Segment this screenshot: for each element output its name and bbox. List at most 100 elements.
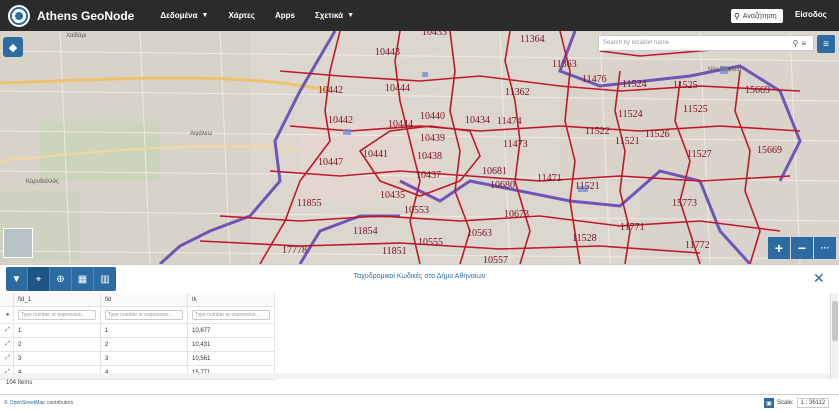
postal-code-label: 11474: [497, 116, 522, 127]
postal-code-label: 10673: [504, 209, 529, 220]
close-table-button[interactable]: ✕: [813, 270, 825, 287]
postal-code-label: 10557: [483, 255, 508, 264]
layers-icon: ◆: [8, 41, 18, 54]
postal-code-label: 11526: [645, 129, 670, 140]
nav-maps-label: Χάρτες: [228, 11, 255, 20]
search-options-icons[interactable]: ⚲≡: [792, 39, 809, 48]
scale-label: Scale:: [777, 400, 794, 406]
nav-about-menu[interactable]: Σχετικά ▼: [315, 11, 354, 20]
scale-control: ▣ Scale: 1 : 36112: [764, 398, 830, 408]
grid-filter-row: ● Type number or expression... Type numb…: [0, 307, 830, 324]
cell-tk: 10,561: [188, 352, 275, 366]
postal-code-label: 10553: [404, 205, 429, 216]
scrollbar-thumb[interactable]: [832, 301, 838, 341]
nav-about-label: Σχετικά: [314, 11, 344, 20]
postal-code-label: 11521: [615, 136, 640, 147]
postal-code-label: 10563: [467, 228, 492, 239]
column-header[interactable]: fid_1: [14, 293, 101, 307]
postal-code-label: 11525: [683, 104, 708, 115]
cell-fid: 2: [101, 338, 188, 352]
postal-code-label: 10555: [418, 237, 443, 248]
menu-icon: ≡: [823, 38, 829, 50]
zoom-to-feature-icon[interactable]: ⤢: [0, 324, 14, 338]
postal-code-label: 10442: [318, 85, 343, 96]
zoom-to-feature-icon[interactable]: ⤢: [0, 352, 14, 366]
filter-pin-icon[interactable]: ●: [0, 307, 14, 324]
zoom-to-feature-icon[interactable]: ⤢: [0, 338, 14, 352]
map-footer: © OpenStreetMap contributors ▣ Scale: 1 …: [0, 394, 839, 411]
column-filter-input[interactable]: Type number or expression...: [192, 310, 270, 320]
postal-code-label: 10444: [385, 83, 410, 94]
attribute-table-title: Ταχυδρομικοί Κωδικές στο Δήμο Αθηναίων: [353, 273, 486, 280]
brand-title[interactable]: Athens GeoNode: [37, 9, 134, 23]
burger-menu-button[interactable]: ≡: [817, 35, 835, 53]
postal-code-label: 11521: [575, 181, 600, 192]
attribution-prefix: ©: [4, 400, 8, 406]
postal-code-label: 11473: [503, 139, 528, 150]
table-row[interactable]: ⤢ 1 1 10,677: [0, 324, 830, 338]
scale-value: 1 : 36112: [800, 400, 826, 406]
osm-attribution-link[interactable]: OpenStreetMap: [10, 400, 45, 406]
navbar-search-placeholder: Αναζήτηση: [742, 12, 777, 20]
background-selector-thumbnail[interactable]: [3, 228, 33, 258]
postal-code-label: 10444: [388, 119, 413, 130]
postal-code-label: 11364: [520, 34, 545, 45]
horizontal-scrollbar[interactable]: [0, 373, 830, 379]
column-header[interactable]: fid: [101, 293, 188, 307]
table-row[interactable]: ⤢ 3 3 10,561: [0, 352, 830, 366]
attribute-table-panel: ▼ ⌖ ⊕ ▦ ▥ Ταχυδρομικοί Κωδικές στο Δήμο …: [0, 264, 839, 394]
postal-code-label: 11851: [382, 246, 407, 257]
nav-apps[interactable]: Apps: [275, 11, 295, 20]
grid-header-row: fid_1 fid tk: [0, 293, 830, 307]
postal-code-label: 15773: [672, 198, 697, 209]
map-canvas: Χαϊδάρι Αιγάλεω Κορυδαλλός Νέα Κηφισιά 1…: [0, 31, 839, 264]
column-filter-input[interactable]: Type number or expression...: [18, 310, 96, 320]
postal-code-label: 10434: [465, 115, 490, 126]
chevron-down-icon: ▼: [201, 12, 209, 19]
app-root: Athens GeoNode Δεδομένα ▼ Χάρτες Apps Σχε…: [0, 0, 839, 411]
geonode-logo[interactable]: [8, 4, 30, 27]
postal-code-label: 10442: [328, 115, 353, 126]
vertical-scrollbar[interactable]: [830, 293, 838, 379]
search-icon: ⚲: [734, 11, 740, 21]
nav-maps[interactable]: Χάρτες: [228, 11, 255, 20]
cell-fid-1: 2: [14, 338, 101, 352]
more-icon: ···: [820, 243, 830, 253]
top-navbar: Athens GeoNode Δεδομένα ▼ Χάρτες Apps Σχε…: [0, 0, 839, 31]
more-options-button[interactable]: ···: [814, 237, 836, 259]
nav-data-label: Δεδομένα: [160, 11, 198, 20]
postal-code-label: 10680: [490, 180, 515, 191]
place-label: Κορυδαλλός: [26, 178, 59, 185]
postal-code-label: 10435: [380, 190, 405, 201]
location-search-placeholder: Search by location name: [603, 40, 670, 46]
postal-code-label: 10433: [422, 31, 447, 38]
login-link[interactable]: Είσοδος: [795, 10, 827, 19]
postal-code-label: 10438: [417, 151, 442, 162]
navbar-search-input[interactable]: ⚲ Αναζήτηση: [731, 9, 783, 23]
table-row[interactable]: ⤢ 2 2 10,431: [0, 338, 830, 352]
postal-code-label: 10437: [416, 170, 441, 181]
cell-fid: 1: [101, 324, 188, 338]
place-label: Χαϊδάρι: [66, 32, 87, 39]
layers-button[interactable]: ◆: [3, 37, 23, 57]
nav-apps-label: Apps: [274, 11, 295, 20]
postal-code-label: 10447: [318, 157, 343, 168]
zoom-in-button[interactable]: +: [768, 237, 790, 259]
zoom-out-button[interactable]: −: [791, 237, 813, 259]
postal-code-label: 11525: [673, 80, 698, 91]
location-search-input[interactable]: Search by location name ⚲≡: [598, 35, 814, 51]
scale-select[interactable]: 1 : 36112: [796, 398, 830, 408]
print-icon[interactable]: ▣: [764, 398, 774, 408]
cell-tk: 10,431: [188, 338, 275, 352]
postal-code-label: 11854: [353, 226, 378, 237]
cell-fid: 3: [101, 352, 188, 366]
column-header[interactable]: tk: [188, 293, 275, 307]
close-icon: ✕: [813, 270, 825, 286]
cell-fid-1: 1: [14, 324, 101, 338]
logo-icon: [12, 8, 26, 23]
nav-data-menu[interactable]: Δεδομένα ▼: [160, 11, 208, 20]
map-viewport[interactable]: Χαϊδάρι Αιγάλεω Κορυδαλλός Νέα Κηφισιά 1…: [0, 31, 839, 264]
cell-fid-1: 3: [14, 352, 101, 366]
column-filter-input[interactable]: Type number or expression...: [105, 310, 183, 320]
filter-cell: Type number or expression...: [188, 307, 275, 324]
